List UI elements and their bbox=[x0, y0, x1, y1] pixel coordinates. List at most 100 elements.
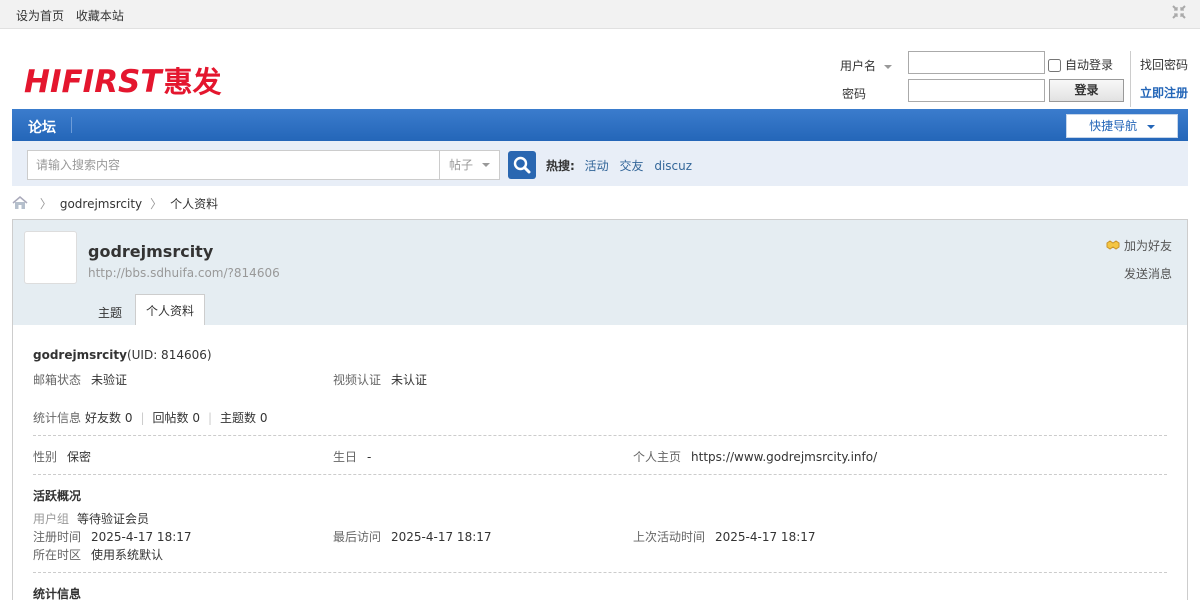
password-input[interactable] bbox=[908, 79, 1045, 102]
uid-line: godrejmsrcity(UID: 814606) bbox=[33, 348, 212, 362]
add-friend-label: 加为好友 bbox=[1123, 239, 1172, 253]
chevron-down-icon bbox=[482, 163, 490, 167]
homepage-row: 个人主页 https://www.godrejmsrcity.info/ bbox=[633, 448, 877, 465]
video-auth-value: 未认证 bbox=[391, 373, 428, 387]
hot-term[interactable]: discuz bbox=[654, 159, 692, 173]
threads-count[interactable]: 主题数 0 bbox=[220, 411, 267, 425]
search-input[interactable]: 请输入搜索内容 bbox=[27, 150, 440, 180]
register-link[interactable]: 立即注册 bbox=[1140, 84, 1188, 101]
forgot-password-link[interactable]: 找回密码 bbox=[1140, 56, 1188, 73]
uid-text: (UID: 814606) bbox=[126, 348, 212, 362]
top-links: 设为首页 收藏本站 bbox=[16, 7, 132, 24]
video-auth-label: 视频认证 bbox=[333, 373, 382, 387]
replies-count[interactable]: 回帖数 0 bbox=[153, 411, 200, 425]
chevron-down-icon bbox=[1146, 124, 1155, 129]
reg-time-value: 2025-4-17 18:17 bbox=[91, 530, 192, 544]
stats-title: 统计信息 bbox=[33, 587, 82, 600]
breadcrumb-separator: 〉 bbox=[150, 197, 163, 211]
email-status-value: 未验证 bbox=[91, 373, 128, 387]
password-label: 密码 bbox=[842, 87, 867, 101]
breadcrumb-user[interactable]: godrejmsrcity bbox=[60, 197, 142, 211]
add-friend-button[interactable]: 加为好友 bbox=[1106, 237, 1172, 254]
collapse-icon[interactable] bbox=[1172, 5, 1186, 19]
top-bar: 设为首页 收藏本站 bbox=[0, 0, 1200, 29]
user-group-value[interactable]: 等待验证会员 bbox=[77, 512, 149, 526]
divider bbox=[33, 435, 1167, 436]
uid-username: godrejmsrcity bbox=[33, 348, 127, 362]
logo-text-en: HIFIRST bbox=[24, 64, 162, 100]
login-divider bbox=[1130, 51, 1131, 107]
last-visit-row: 最后访问 2025-4-17 18:17 bbox=[333, 528, 492, 545]
breadcrumb: 〉 godrejmsrcity 〉个人资料 bbox=[12, 195, 218, 212]
profile-url[interactable]: http://bbs.sdhuifa.com/?814606 bbox=[88, 266, 280, 280]
hot-term[interactable]: 交友 bbox=[619, 159, 643, 173]
tab-profile[interactable]: 个人资料 bbox=[135, 294, 205, 327]
quick-nav-button[interactable]: 快捷导航 bbox=[1066, 114, 1178, 138]
home-icon[interactable] bbox=[12, 196, 28, 210]
last-active-row: 上次活动时间 2025-4-17 18:17 bbox=[633, 528, 816, 545]
user-group-row: 用户组 等待验证会员 bbox=[33, 510, 149, 527]
auto-login-option[interactable]: 自动登录 bbox=[1048, 56, 1113, 73]
chevron-down-icon bbox=[883, 64, 892, 69]
breadcrumb-separator: 〉 bbox=[39, 197, 52, 211]
logo-text-cn: 惠发 bbox=[163, 65, 222, 99]
gender-value: 保密 bbox=[67, 450, 92, 464]
nav-item-forum[interactable]: 论坛 bbox=[28, 117, 56, 137]
timezone-label: 所在时区 bbox=[33, 548, 82, 562]
profile-body: godrejmsrcity(UID: 814606) 邮箱状态 未验证 视频认证未… bbox=[12, 325, 1188, 600]
profile-username: godrejmsrcity bbox=[88, 242, 214, 261]
username-input[interactable] bbox=[908, 51, 1045, 74]
header: HIFIRST惠发 用户名 自动登录 找回密码 密码 登录 立即注册 bbox=[0, 29, 1200, 109]
handshake-icon bbox=[1106, 240, 1120, 250]
stats-label: 统计信息 bbox=[33, 411, 82, 425]
nav-divider bbox=[71, 117, 72, 133]
stats-row: 统计信息 好友数 0 | 回帖数 0 | 主题数 0 bbox=[33, 409, 267, 426]
birthday-value: - bbox=[367, 450, 372, 464]
main-nav: 论坛 快捷导航 bbox=[12, 109, 1188, 141]
bookmark-link[interactable]: 收藏本站 bbox=[76, 9, 124, 23]
avatar[interactable] bbox=[24, 231, 77, 284]
last-visit-value: 2025-4-17 18:17 bbox=[391, 530, 492, 544]
timezone-value: 使用系统默认 bbox=[91, 548, 164, 562]
tab-threads[interactable]: 主题 bbox=[98, 304, 122, 321]
timezone-row: 所在时区 使用系统默认 bbox=[33, 546, 163, 563]
hot-search: 热搜: 活动 交友 discuz bbox=[546, 157, 699, 174]
last-active-label: 上次活动时间 bbox=[633, 530, 706, 544]
birthday-row: 生日 - bbox=[333, 448, 371, 465]
stats-separator: | bbox=[140, 411, 145, 425]
hot-search-label: 热搜: bbox=[546, 159, 575, 173]
hot-term[interactable]: 活动 bbox=[585, 159, 609, 173]
auto-login-label: 自动登录 bbox=[1065, 58, 1114, 72]
reg-time-label: 注册时间 bbox=[33, 530, 82, 544]
search-bar: 请输入搜索内容 帖子 热搜: 活动 交友 discuz bbox=[12, 141, 1188, 186]
gender-row: 性别 保密 bbox=[33, 448, 91, 465]
user-group-label: 用户组 bbox=[33, 512, 70, 526]
search-button[interactable] bbox=[508, 151, 536, 179]
activity-title: 活跃概况 bbox=[33, 489, 82, 503]
quick-nav-label: 快捷导航 bbox=[1089, 119, 1138, 133]
set-home-link[interactable]: 设为首页 bbox=[16, 9, 64, 23]
email-status-label: 邮箱状态 bbox=[33, 373, 82, 387]
friends-count[interactable]: 好友数 0 bbox=[85, 411, 132, 425]
profile-header: godrejmsrcity http://bbs.sdhuifa.com/?81… bbox=[12, 219, 1188, 327]
login-button[interactable]: 登录 bbox=[1049, 79, 1124, 102]
auto-login-checkbox[interactable] bbox=[1048, 59, 1061, 72]
homepage-label: 个人主页 bbox=[633, 450, 682, 464]
search-icon bbox=[513, 156, 531, 174]
stats-separator: | bbox=[207, 411, 213, 425]
search-type-label: 帖子 bbox=[449, 158, 474, 172]
birthday-label: 生日 bbox=[333, 450, 358, 464]
divider bbox=[33, 474, 1167, 475]
gender-label: 性别 bbox=[33, 450, 58, 464]
username-label[interactable]: 用户名 bbox=[840, 57, 892, 74]
video-auth-row: 视频认证 未认证 bbox=[333, 371, 427, 388]
site-logo[interactable]: HIFIRST惠发 bbox=[24, 59, 222, 101]
reg-time-row: 注册时间 2025-4-17 18:17 bbox=[33, 528, 192, 545]
breadcrumb-current: 个人资料 bbox=[170, 197, 219, 211]
homepage-link[interactable]: https://www.godrejmsrcity.info/ bbox=[691, 450, 877, 464]
last-visit-label: 最后访问 bbox=[333, 530, 382, 544]
divider bbox=[33, 572, 1167, 573]
email-status-row: 邮箱状态 未验证 bbox=[33, 371, 127, 388]
search-type-select[interactable]: 帖子 bbox=[439, 150, 500, 180]
send-message-link[interactable]: 发送消息 bbox=[1124, 265, 1172, 282]
